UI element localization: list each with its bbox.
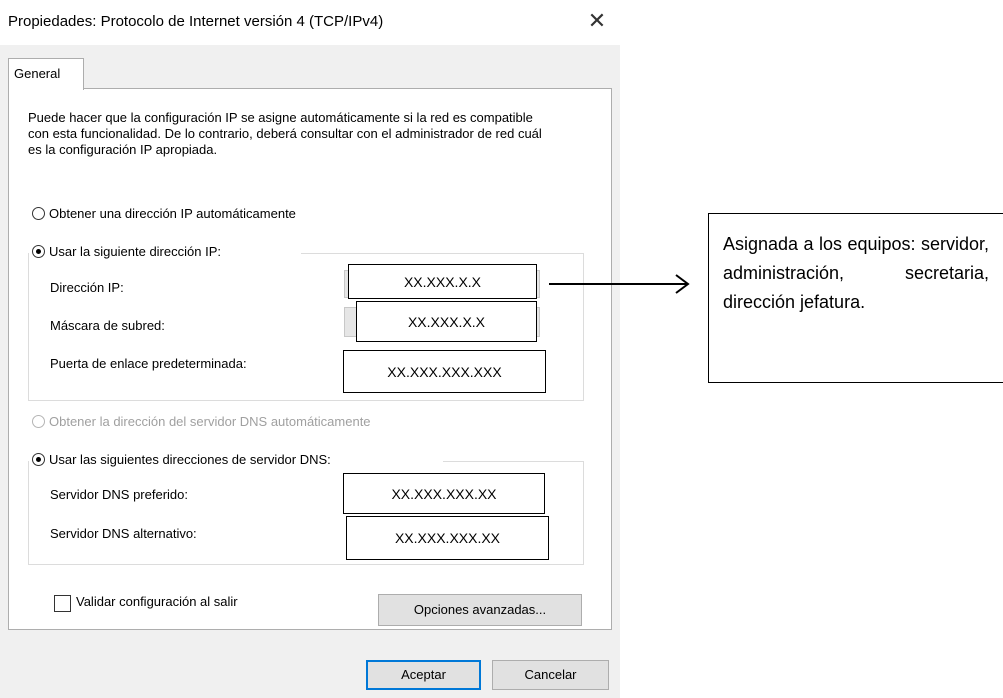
cancel-button[interactable]: Cancelar [492, 660, 609, 690]
preferred-dns-label: Servidor DNS preferido: [50, 487, 188, 502]
radio-obtain-dns-auto-label: Obtener la dirección del servidor DNS au… [49, 414, 371, 429]
subnet-mask-label: Máscara de subred: [50, 318, 165, 333]
radio-use-ip-label: Usar la siguiente dirección IP: [49, 244, 221, 259]
validate-settings-checkbox[interactable] [54, 595, 71, 612]
radio-obtain-dns-auto[interactable] [32, 415, 45, 428]
preferred-dns-input[interactable] [343, 473, 545, 514]
default-gateway-input[interactable] [343, 350, 546, 393]
ok-button[interactable]: Aceptar [366, 660, 481, 690]
description-text: Puede hacer que la configuración IP se a… [28, 110, 542, 157]
radio-obtain-ip-auto[interactable] [32, 207, 45, 220]
radio-use-dns-label: Usar las siguientes direcciones de servi… [49, 452, 331, 467]
annotation-box: Asignada a los equipos: servidor, admini… [708, 213, 1003, 383]
annotation-arrow-icon [549, 274, 690, 294]
radio-use-ip[interactable] [32, 245, 45, 258]
annotation-text: Asignada a los equipos: servidor, admini… [723, 234, 989, 312]
radio-obtain-ip-auto-label: Obtener una dirección IP automáticamente [49, 206, 296, 221]
title-bar: Propiedades: Protocolo de Internet versi… [0, 0, 620, 45]
alternate-dns-input[interactable] [346, 516, 549, 560]
ip-address-input[interactable] [348, 264, 537, 299]
radio-use-dns[interactable] [32, 453, 45, 466]
close-icon[interactable]: ✕ [580, 6, 614, 36]
default-gateway-label: Puerta de enlace predeterminada: [50, 356, 247, 371]
tab-general-label: General [14, 66, 61, 81]
tcp-ipv4-properties-dialog: Propiedades: Protocolo de Internet versi… [0, 0, 620, 698]
validate-settings-label: Validar configuración al salir [76, 594, 238, 609]
alternate-dns-label: Servidor DNS alternativo: [50, 526, 197, 541]
tab-general[interactable]: General [8, 58, 84, 90]
window-title: Propiedades: Protocolo de Internet versi… [8, 13, 384, 30]
advanced-options-button[interactable]: Opciones avanzadas... [378, 594, 582, 626]
subnet-mask-input[interactable] [356, 301, 537, 342]
ip-address-label: Dirección IP: [50, 280, 124, 295]
